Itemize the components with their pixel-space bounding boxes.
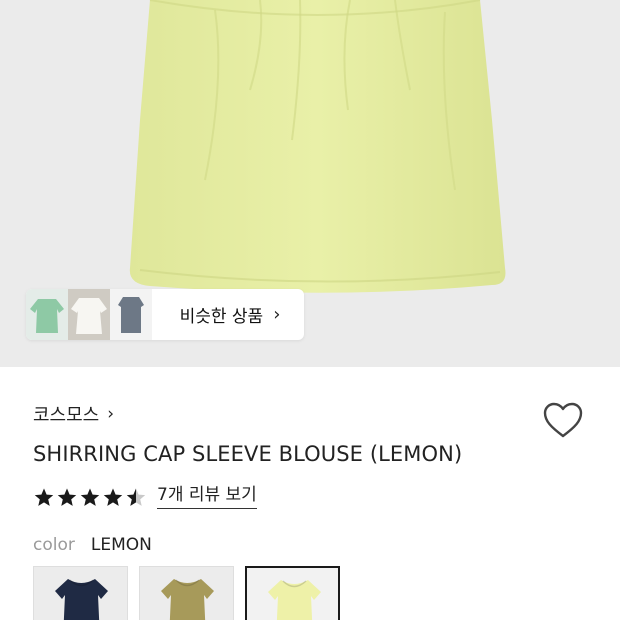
star-full-icon [103, 488, 123, 506]
color-swatch-navy[interactable] [33, 566, 128, 620]
swatch-blouse-image [161, 579, 214, 620]
green-blouse-thumbnail [26, 289, 68, 340]
star-full-icon [34, 488, 54, 506]
product-image[interactable]: 비슷한 상품 › [0, 0, 620, 367]
star-half-icon [126, 488, 146, 506]
product-title: SHIRRING CAP SLEEVE BLOUSE (LEMON) [33, 442, 463, 466]
star-full-icon [80, 488, 100, 506]
brand-name: 코스모스 [33, 405, 100, 426]
chevron-right-icon: › [273, 304, 281, 325]
chevron-right-icon: › [107, 404, 115, 424]
swatch-blouse-image [55, 579, 108, 620]
color-value: LEMON [90, 535, 152, 555]
grey-blouse-thumbnail [110, 289, 152, 340]
similar-products-label-wrap: 비슷한 상품 › [152, 302, 304, 327]
review-link[interactable]: 7개 리뷰 보기 [157, 486, 257, 509]
white-blouse-thumbnail [68, 289, 110, 340]
brand-link[interactable]: 코스모스 › [33, 401, 114, 427]
color-swatch-lemon[interactable] [245, 566, 340, 620]
heart-outline-icon[interactable] [541, 400, 585, 440]
swatch-blouse-image [268, 580, 321, 620]
star-full-icon [57, 488, 77, 506]
color-swatches [33, 566, 340, 620]
color-swatch-olive[interactable] [139, 566, 234, 620]
color-label: color [33, 535, 75, 555]
similar-products-button[interactable]: 비슷한 상품 › [26, 289, 304, 340]
similar-products-label: 비슷한 상품 [179, 307, 264, 327]
rating-stars [33, 487, 147, 508]
rating-row: 7개 리뷰 보기 [33, 486, 257, 509]
color-row: color LEMON [33, 535, 152, 555]
